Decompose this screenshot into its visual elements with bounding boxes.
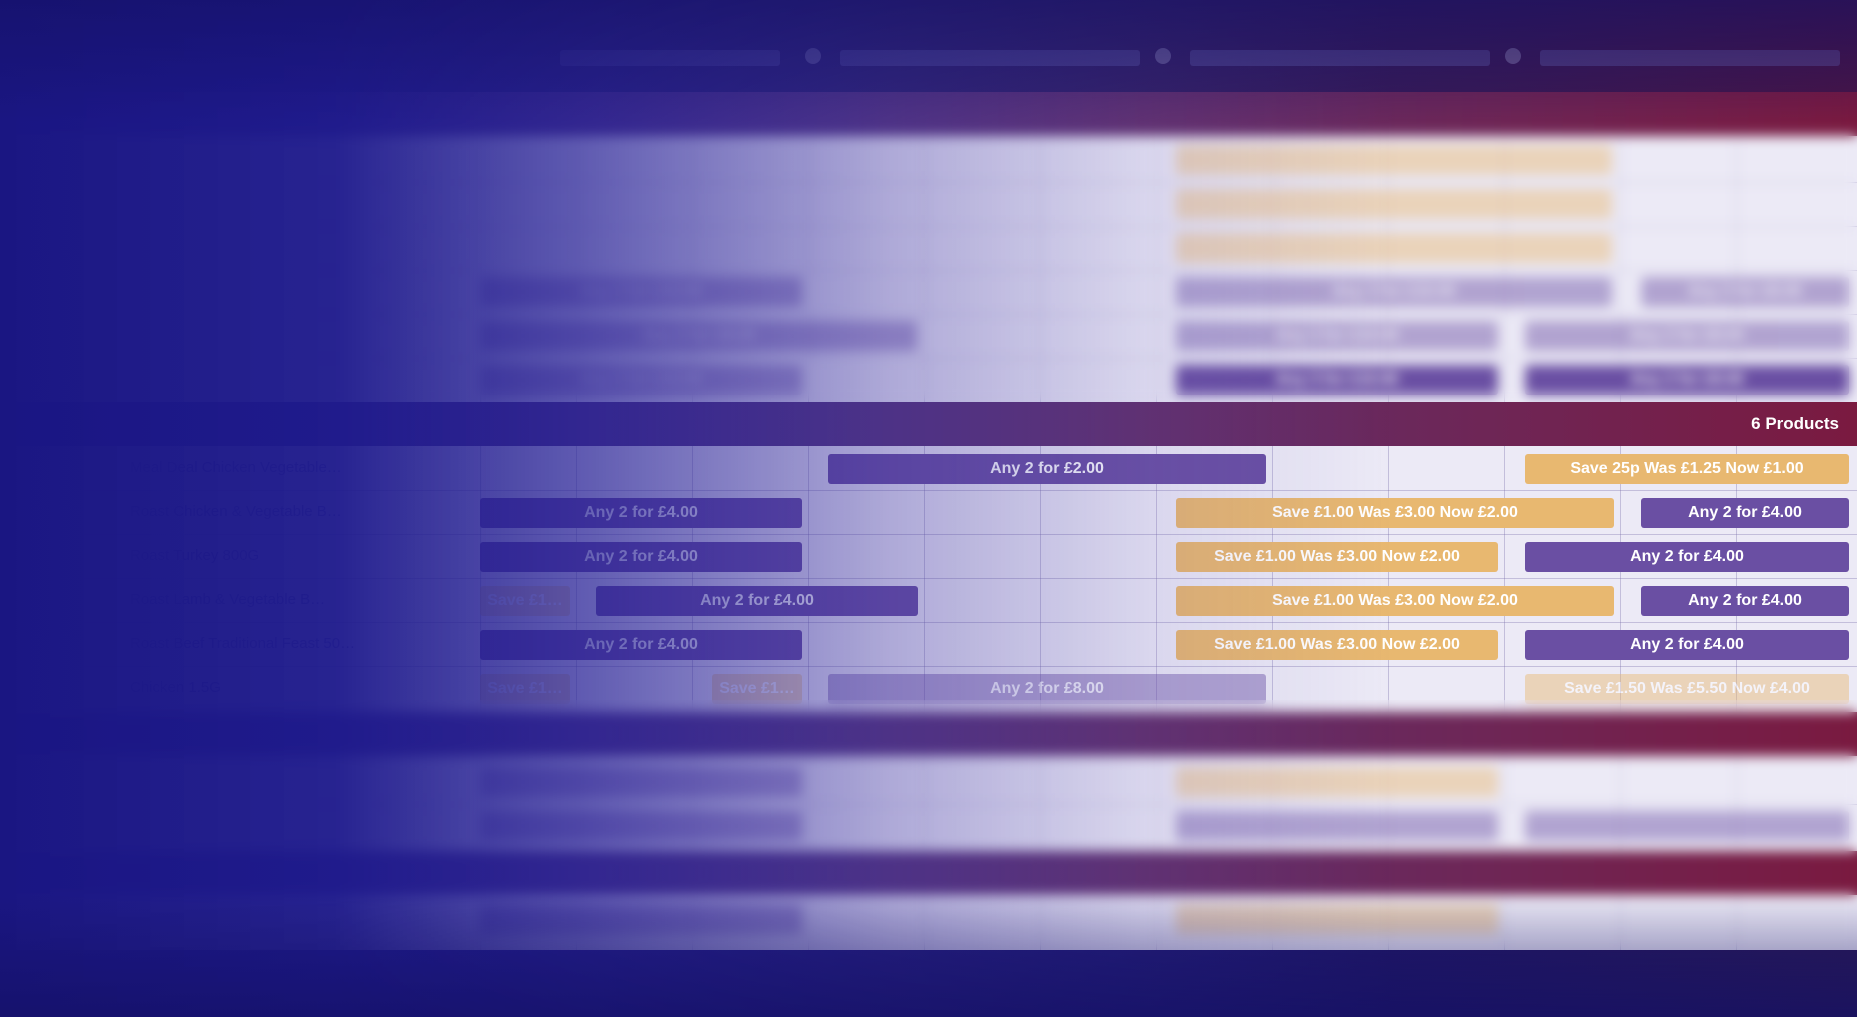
- product-row[interactable]: Roast Lamb & Vegetable B… Save £1… Any 2…: [0, 578, 1857, 622]
- calendar-footer: [0, 950, 1857, 1017]
- promo-bar[interactable]: Save £1.00 Was £3.00 Now £2.00: [1176, 498, 1614, 528]
- week-tab[interactable]: [1540, 50, 1840, 66]
- promo-bar[interactable]: Save £1.50 Was £5.50 Now £4.00: [1525, 674, 1849, 704]
- promo-bar[interactable]: Any 2 for £8.00: [1525, 321, 1849, 351]
- promo-bar[interactable]: Any 2 for £4.00: [1641, 586, 1849, 616]
- product-row[interactable]: [0, 182, 1857, 226]
- week-tab[interactable]: [840, 50, 1140, 66]
- group-product-count: 6 Products: [1751, 414, 1839, 433]
- product-name: Roast Lamb & Vegetable B…: [130, 591, 326, 608]
- promo-bar[interactable]: Any 3 for £10.00: [1176, 321, 1498, 351]
- group-band[interactable]: [0, 712, 1857, 756]
- promo-bar[interactable]: Any 3 for £8.00: [1641, 277, 1849, 307]
- product-row[interactable]: [0, 804, 1857, 848]
- product-name: Chicken 1.5G: [130, 679, 221, 696]
- promo-bar[interactable]: Any 2 for £4.00: [1525, 542, 1849, 572]
- promo-bar[interactable]: Save £1.00 Was £3.00 Now £2.00: [1176, 586, 1614, 616]
- week-tab[interactable]: [560, 50, 780, 66]
- product-row[interactable]: Roast Beef Traditional Feast 50… Any 2 f…: [0, 622, 1857, 666]
- promo-bar[interactable]: Any 3 for £10.00: [480, 277, 802, 307]
- promo-bar[interactable]: [1176, 189, 1612, 219]
- promo-bar[interactable]: Any 2 for £4.00: [1525, 630, 1849, 660]
- promo-bar[interactable]: Save £1.00 Was £3.00 Now £2.00: [1176, 630, 1498, 660]
- calendar-header: [0, 0, 1857, 92]
- group-band[interactable]: 6 Products: [0, 402, 1857, 446]
- promo-bar[interactable]: [1176, 767, 1498, 797]
- promo-bar[interactable]: Any 2 for £4.00: [480, 498, 802, 528]
- promo-bar[interactable]: Save £1…: [480, 674, 570, 704]
- promo-bar[interactable]: [480, 767, 802, 797]
- calendar-icon: [805, 48, 821, 64]
- promo-bar[interactable]: [1176, 811, 1498, 841]
- promo-bar[interactable]: Any 3 for £10.00: [480, 365, 802, 395]
- calendar-icon: [1505, 48, 1521, 64]
- product-row[interactable]: [0, 897, 1857, 941]
- product-name: Meal Deal Chicken Vegetable…: [130, 459, 342, 476]
- promo-bar[interactable]: [480, 904, 802, 934]
- promo-bar[interactable]: [1176, 233, 1612, 263]
- promotion-calendar: Any 3 for £10.00 Any 3 for £10.00 Any 3 …: [0, 0, 1857, 1017]
- week-tab[interactable]: [1190, 50, 1490, 66]
- promo-bar[interactable]: Any 3 for £10.00: [1176, 277, 1612, 307]
- promo-bar[interactable]: Save 25p Was £1.25 Now £1.00: [1525, 454, 1849, 484]
- product-row[interactable]: [0, 138, 1857, 182]
- promo-bar[interactable]: [1525, 811, 1849, 841]
- promo-bar[interactable]: Any 2 for £4.00: [480, 630, 802, 660]
- product-row[interactable]: Any 3 for £10.00 Any 3 for £10.00 Any 2 …: [0, 358, 1857, 402]
- product-name: Roast Beef Traditional Feast 50…: [130, 635, 356, 652]
- promo-bar[interactable]: Any 2 for £8.00: [1525, 365, 1849, 395]
- product-row[interactable]: [0, 226, 1857, 270]
- product-row[interactable]: Roast Chicken & Vegetable B… Any 2 for £…: [0, 490, 1857, 534]
- promo-bar[interactable]: Any 2 for £4.00: [1641, 498, 1849, 528]
- promo-bar[interactable]: Save £1…: [480, 586, 570, 616]
- promo-bar[interactable]: Any 2 for £2.00: [828, 454, 1266, 484]
- promo-bar[interactable]: Any 2 for £8.00: [828, 674, 1266, 704]
- promo-bar[interactable]: [480, 811, 802, 841]
- promo-bar[interactable]: Save £1…: [712, 674, 802, 704]
- promo-bar[interactable]: [1176, 904, 1498, 934]
- product-row[interactable]: Any 2 for £8.00 Any 3 for £10.00 Any 2 f…: [0, 314, 1857, 358]
- promo-bar[interactable]: Any 2 for £4.00: [480, 542, 802, 572]
- product-row[interactable]: Meal Deal Chicken Vegetable… Any 2 for £…: [0, 446, 1857, 490]
- product-row[interactable]: Any 3 for £10.00 Any 3 for £10.00 Any 3 …: [0, 270, 1857, 314]
- product-row[interactable]: Chicken 1.5G Save £1… Save £1… Any 2 for…: [0, 666, 1857, 710]
- promo-bar[interactable]: Save £1.00 Was £3.00 Now £2.00: [1176, 542, 1498, 572]
- promo-bar[interactable]: Any 3 for £10.00: [1176, 365, 1498, 395]
- promo-bar[interactable]: Any 2 for £8.00: [480, 321, 917, 351]
- group-band[interactable]: [0, 851, 1857, 895]
- promo-bar[interactable]: Any 2 for £4.00: [596, 586, 918, 616]
- product-name: Roast Chicken & Vegetable B…: [130, 503, 342, 520]
- product-row[interactable]: [0, 760, 1857, 804]
- product-name: Roast Turkey 800G: [130, 547, 260, 564]
- product-row[interactable]: Roast Turkey 800G Any 2 for £4.00 Save £…: [0, 534, 1857, 578]
- calendar-icon: [1155, 48, 1171, 64]
- promo-bar[interactable]: [1176, 145, 1612, 175]
- group-band[interactable]: [0, 92, 1857, 136]
